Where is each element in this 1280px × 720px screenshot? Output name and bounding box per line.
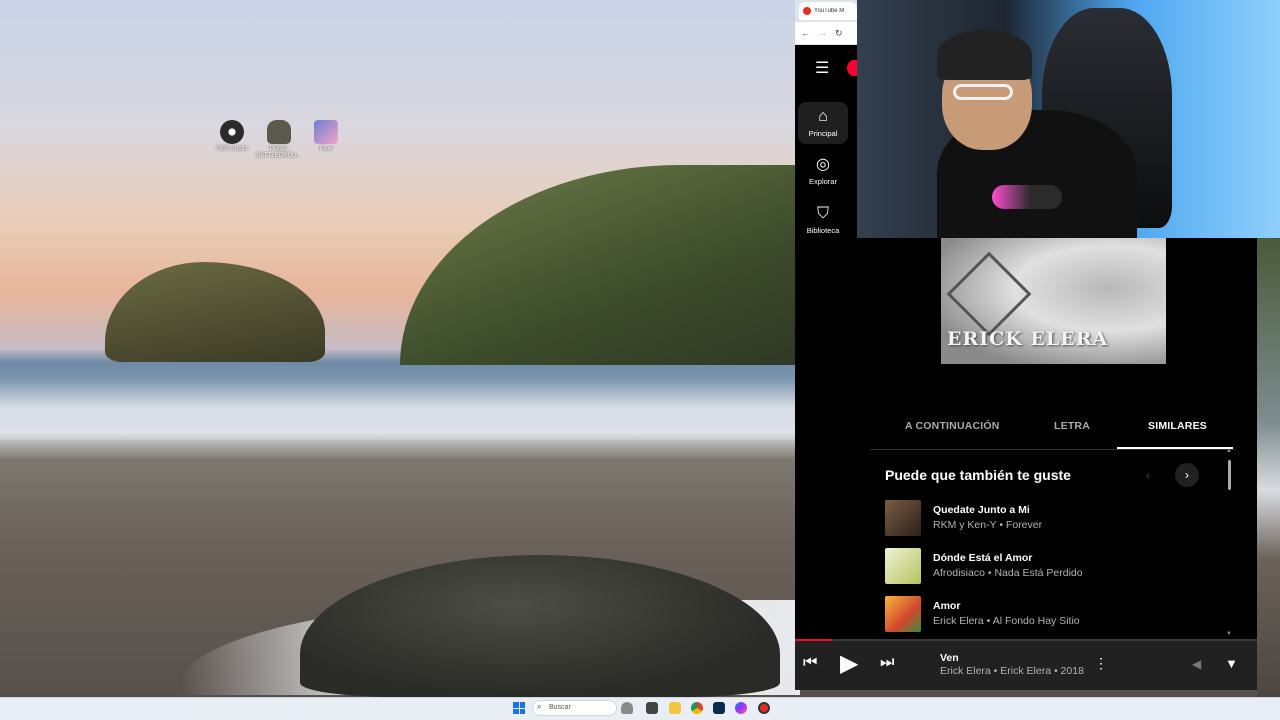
song-subtitle[interactable]: Afrodisiaco • Nada Está Perdido bbox=[933, 567, 1083, 579]
tab-a-continuacion[interactable]: A CONTINUACIÓN bbox=[905, 420, 1000, 432]
streamer-cap bbox=[937, 30, 1032, 80]
task-view-icon[interactable] bbox=[646, 702, 658, 714]
back-arrow-icon[interactable]: ← bbox=[801, 28, 810, 38]
sidebar-item-label: Biblioteca bbox=[806, 226, 840, 235]
desktop-icon-pixel[interactable]: Pixel bbox=[302, 120, 350, 153]
volume-icon[interactable]: ◀ bbox=[1192, 657, 1201, 671]
song-title[interactable]: Dónde Está el Amor bbox=[933, 552, 1032, 564]
expand-player-icon[interactable]: ▼ bbox=[1225, 656, 1238, 671]
song-subtitle[interactable]: RKM y Ken-Y • Forever bbox=[933, 519, 1042, 531]
progress-bar-fill bbox=[795, 639, 832, 641]
chrome-icon[interactable] bbox=[691, 702, 703, 714]
sidebar-item-label: Principal bbox=[808, 129, 838, 138]
reload-icon[interactable]: ↻ bbox=[835, 28, 843, 39]
chevron-left-icon[interactable]: ‹ bbox=[1137, 464, 1159, 486]
song-title[interactable]: Amor bbox=[933, 600, 960, 612]
obs-icon bbox=[220, 120, 244, 144]
photo-app-icon bbox=[314, 120, 338, 144]
list-item[interactable]: Quedate Junto a Mi RKM y Ken-Y • Forever bbox=[885, 500, 1215, 540]
browser-tab[interactable]: YouTube M bbox=[799, 2, 857, 20]
song-thumbnail[interactable] bbox=[885, 500, 921, 536]
menu-icon[interactable]: ☰ bbox=[815, 58, 829, 78]
active-tab-indicator bbox=[1117, 447, 1233, 449]
scrollbar-thumb[interactable] bbox=[1228, 460, 1231, 490]
sidebar-item-biblioteca[interactable]: ⛉ Biblioteca bbox=[798, 205, 848, 235]
sidebar-item-label: Explorar bbox=[809, 177, 837, 186]
youtube-favicon-icon bbox=[803, 7, 811, 15]
section-title: Puede que también te guste bbox=[885, 467, 1071, 483]
next-track-icon[interactable]: ⏭ bbox=[880, 654, 894, 672]
list-item[interactable]: Amor Erick Elera • Al Fondo Hay Sitio bbox=[885, 596, 1215, 636]
desktop-wallpaper-edge bbox=[1257, 238, 1280, 697]
desktop-icon-obs[interactable]: OBS Studio bbox=[208, 120, 256, 153]
tab-title: YouTube M bbox=[814, 8, 845, 14]
tabs-divider bbox=[870, 449, 1235, 450]
microphone bbox=[992, 185, 1062, 209]
tab-similares[interactable]: SIMILARES bbox=[1148, 420, 1207, 432]
now-playing-title[interactable]: Ven bbox=[940, 652, 959, 664]
desktop-icon-label: OBS Studio bbox=[216, 146, 248, 152]
more-options-icon[interactable]: ⋮ bbox=[1094, 655, 1108, 672]
start-menu-icon[interactable] bbox=[513, 702, 525, 714]
search-icon: ⌕ bbox=[537, 702, 542, 711]
desktop-icon-label: Pixel bbox=[319, 146, 333, 152]
file-explorer-icon[interactable] bbox=[669, 702, 681, 714]
pubg-icon bbox=[267, 120, 291, 144]
previous-track-icon[interactable]: ⏮ bbox=[803, 654, 817, 672]
webcam-overlay bbox=[857, 0, 1280, 238]
sidebar-item-principal[interactable]: ⌂ Principal bbox=[798, 102, 848, 144]
forward-arrow-icon[interactable]: → bbox=[818, 28, 827, 38]
bookmark-icon: ⛉ bbox=[816, 205, 829, 222]
play-icon[interactable]: ▶ bbox=[840, 649, 858, 678]
album-art: ERICK ELERA bbox=[941, 238, 1166, 364]
photoshop-icon[interactable] bbox=[713, 702, 725, 714]
record-icon[interactable] bbox=[758, 702, 770, 714]
desktop-icon-pubg[interactable]: PUBG: BATTLEGROU... bbox=[255, 120, 303, 160]
scroll-up-arrow-icon[interactable]: ▲ bbox=[1226, 448, 1232, 454]
now-playing-subtitle[interactable]: Erick Elera • Erick Elera • 2018 bbox=[940, 665, 1084, 677]
messenger-icon[interactable] bbox=[735, 702, 747, 714]
home-icon: ⌂ bbox=[818, 108, 828, 125]
widget-icon[interactable] bbox=[621, 702, 633, 714]
progress-bar[interactable] bbox=[795, 639, 1257, 641]
streamer-glasses bbox=[953, 84, 1013, 100]
compass-icon: ◎ bbox=[816, 156, 830, 173]
song-subtitle[interactable]: Erick Elera • Al Fondo Hay Sitio bbox=[933, 615, 1080, 627]
desktop-icon-label: PUBG: BATTLEGROU... bbox=[256, 146, 302, 159]
tab-letra[interactable]: LETRA bbox=[1054, 420, 1090, 432]
song-thumbnail[interactable] bbox=[885, 596, 921, 632]
song-thumbnail[interactable] bbox=[885, 548, 921, 584]
taskbar-search-input[interactable]: Buscar bbox=[532, 700, 617, 716]
song-title[interactable]: Quedate Junto a Mi bbox=[933, 504, 1030, 516]
player-tabs: A CONTINUACIÓN LETRA SIMILARES bbox=[870, 420, 1235, 450]
scroll-down-arrow-icon[interactable]: ▼ bbox=[1226, 631, 1232, 637]
browser-nav-bar: ← → ↻ bbox=[795, 22, 857, 44]
sidebar-item-explorar[interactable]: ◎ Explorar bbox=[798, 156, 848, 186]
artist-logo-icon bbox=[946, 251, 1032, 337]
chevron-right-icon[interactable]: › bbox=[1175, 463, 1199, 487]
album-art-text: ERICK ELERA bbox=[947, 328, 1109, 350]
list-item[interactable]: Dónde Está el Amor Afrodisiaco • Nada Es… bbox=[885, 548, 1215, 588]
taskbar bbox=[0, 697, 1280, 720]
wallpaper-surf bbox=[0, 380, 800, 440]
